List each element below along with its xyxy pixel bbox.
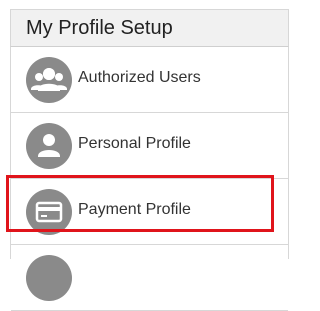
users-group-icon [26,57,72,103]
menu-item-payment-profile[interactable]: Payment Profile [11,179,288,245]
credit-card-icon [26,189,72,235]
menu-item-label: Payment Profile [78,201,191,218]
generic-icon [26,255,72,301]
menu-item-authorized-users[interactable]: Authorized Users [11,47,288,113]
person-icon [26,123,72,169]
menu-item-partial[interactable] [11,245,288,311]
panel-header: My Profile Setup [10,9,289,47]
menu-item-label: Personal Profile [78,135,191,152]
profile-setup-panel: My Profile Setup Authorized Users Person… [0,0,289,311]
page-title: My Profile Setup [26,17,173,39]
profile-menu: Authorized Users Personal Profile Paymen… [10,47,289,311]
menu-item-personal-profile[interactable]: Personal Profile [11,113,288,179]
menu-item-label: Authorized Users [78,69,201,86]
